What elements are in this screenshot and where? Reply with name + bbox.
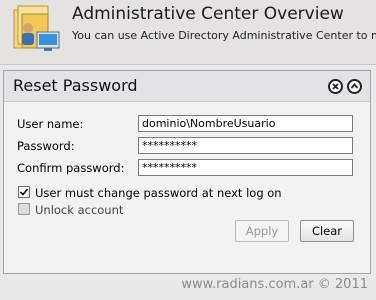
must-change-password-label: User must change password at next log on	[35, 186, 282, 200]
password-field[interactable]: **********	[138, 137, 353, 154]
apply-button[interactable]: Apply	[235, 220, 289, 242]
must-change-password-option[interactable]: User must change password at next log on	[18, 186, 282, 200]
watermark: www.radians.com.ar © 2011	[181, 277, 368, 292]
must-change-password-checkbox[interactable]	[18, 186, 30, 198]
clear-button[interactable]: Clear	[300, 220, 354, 242]
unlock-account-label: Unlock account	[35, 203, 124, 217]
close-icon[interactable]	[328, 79, 343, 94]
page-title: Administrative Center Overview	[72, 4, 344, 24]
confirm-password-label: Confirm password:	[17, 161, 125, 175]
confirm-password-field[interactable]: **********	[138, 159, 353, 176]
username-label: User name:	[17, 117, 84, 131]
reset-password-dialog: Reset Password User name: dominio\Nombre…	[3, 70, 371, 274]
chevron-up-icon[interactable]	[347, 79, 362, 94]
password-label: Password:	[17, 139, 75, 153]
username-field[interactable]: dominio\NombreUsuario	[138, 115, 353, 132]
header-banner: Administrative Center Overview You can u…	[0, 0, 376, 65]
dialog-header: Reset Password	[4, 71, 370, 102]
page-subtitle: You can use Active Directory Administrat…	[72, 29, 376, 42]
folder-users-icon	[8, 4, 64, 58]
unlock-account-checkbox[interactable]	[18, 203, 30, 215]
dialog-title: Reset Password	[13, 76, 138, 95]
unlock-account-option[interactable]: Unlock account	[18, 203, 123, 217]
